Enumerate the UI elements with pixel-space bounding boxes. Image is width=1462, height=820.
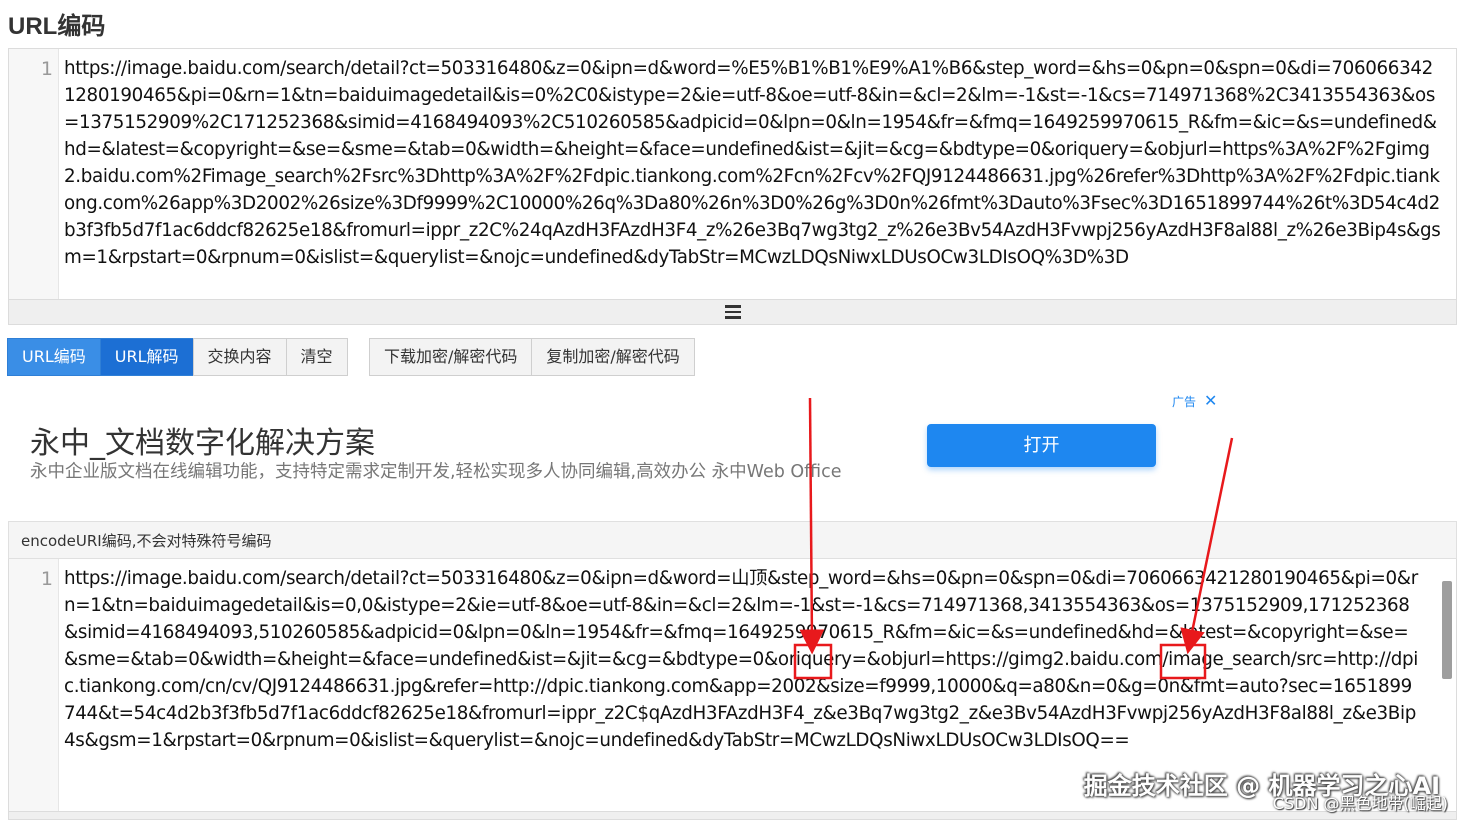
output-text[interactable]: https://image.baidu.com/search/detail?ct…	[64, 565, 1420, 754]
copy-code-button[interactable]: 复制加密/解密代码	[531, 338, 695, 376]
ad-title[interactable]: 永中_文档数字化解决方案	[30, 418, 375, 462]
drag-handle-icon	[724, 305, 741, 322]
clear-button[interactable]: 清空	[285, 338, 348, 376]
line-gutter	[9, 559, 59, 811]
action-button-group: URL编码 URL解码 交换内容 清空	[7, 338, 348, 376]
result-header: encodeURI编码,不会对特殊符号编码	[8, 521, 1457, 559]
line-number: 1	[40, 58, 53, 80]
vertical-scrollbar[interactable]	[1442, 581, 1452, 679]
close-icon[interactable]: ✕	[1204, 391, 1217, 411]
url-decode-button[interactable]: URL解码	[99, 338, 194, 376]
input-editor[interactable]: 1 https://image.baidu.com/search/detail?…	[8, 48, 1457, 300]
page-title: URL编码	[8, 13, 106, 40]
watermark-sub: CSDN @黑色地带(崛起)	[1272, 794, 1448, 813]
output-resize-handle[interactable]	[8, 812, 1457, 820]
ad-open-button[interactable]: 打开	[927, 424, 1156, 467]
line-gutter	[9, 49, 59, 299]
code-button-group: 下载加密/解密代码 复制加密/解密代码	[369, 338, 695, 376]
swap-content-button[interactable]: 交换内容	[192, 338, 287, 376]
ad-description: 永中企业版文档在线编辑功能，支持特定需求定制开发,轻松实现多人协同编辑,高效办公…	[30, 462, 842, 482]
line-number: 1	[40, 568, 53, 590]
ad-label: 广告	[1172, 395, 1197, 409]
download-code-button[interactable]: 下载加密/解密代码	[369, 338, 533, 376]
advertisement[interactable]: 永中_文档数字化解决方案 永中企业版文档在线编辑功能，支持特定需求定制开发,轻松…	[8, 390, 1221, 500]
input-resize-handle[interactable]	[8, 300, 1457, 325]
url-encode-button[interactable]: URL编码	[7, 338, 101, 376]
input-text[interactable]: https://image.baidu.com/search/detail?ct…	[64, 55, 1442, 271]
